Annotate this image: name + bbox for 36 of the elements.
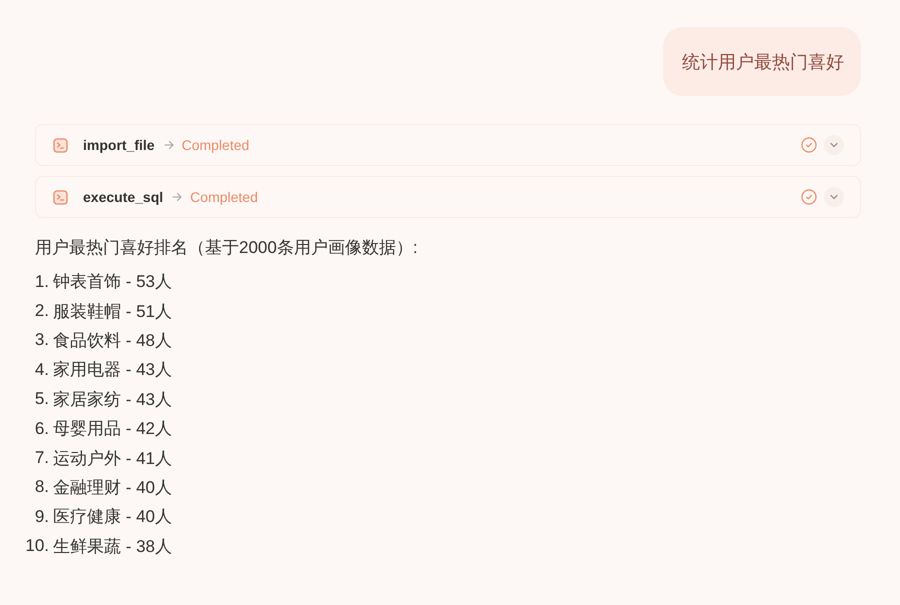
arrow-icon: [172, 192, 182, 202]
answer-heading: 用户最热门喜好排名（基于2000条用户画像数据）:: [35, 237, 419, 259]
list-item-text: 家居家纺 - 43人: [53, 388, 172, 411]
user-message-bubble: 统计用户最热门喜好: [663, 27, 861, 96]
list-number: 2.: [34, 301, 49, 322]
list-item-text: 家用电器 - 43人: [53, 359, 172, 382]
status-label: Completed: [182, 137, 250, 153]
terminal-icon: [53, 138, 68, 152]
check-circle-icon: [801, 137, 817, 153]
list-item-text: 服装鞋帽 - 51人: [53, 300, 172, 323]
list-item-text: 金融理财 - 40人: [53, 476, 172, 499]
check-circle-icon: [801, 189, 817, 205]
list-number: 8.: [34, 477, 49, 498]
list-item-text: 母婴用品 - 42人: [53, 418, 172, 440]
status-label: Completed: [190, 189, 258, 205]
list-number: 7.: [34, 448, 49, 468]
chevron-down-icon[interactable]: [824, 187, 844, 207]
tool-name: import_file: [83, 137, 155, 153]
tool-name: execute_sql: [83, 189, 164, 205]
arrow-icon: [164, 140, 174, 150]
list-number: 4.: [34, 360, 49, 380]
list-item-text: 医疗健康 - 40人: [53, 506, 172, 528]
list-number: 9.: [34, 506, 49, 527]
list-number: 5.: [34, 389, 49, 410]
list-item-text: 生鲜果蔬 - 38人: [53, 536, 172, 558]
chevron-down-icon[interactable]: [824, 135, 844, 155]
list-number: 3.: [34, 330, 49, 350]
list-item-text: 钟表首饰 - 53人: [53, 271, 172, 294]
list-item-text: 食品饮料 - 48人: [53, 330, 172, 352]
terminal-icon: [53, 190, 68, 204]
tool-call-card[interactable]: import_file Completed: [35, 124, 861, 166]
list-item-text: 运动户外 - 41人: [53, 448, 172, 470]
list-number: 10.: [24, 536, 49, 556]
tool-call-card[interactable]: execute_sql Completed: [35, 176, 861, 218]
list-number: 1.: [34, 272, 49, 292]
list-number: 6.: [34, 418, 49, 439]
